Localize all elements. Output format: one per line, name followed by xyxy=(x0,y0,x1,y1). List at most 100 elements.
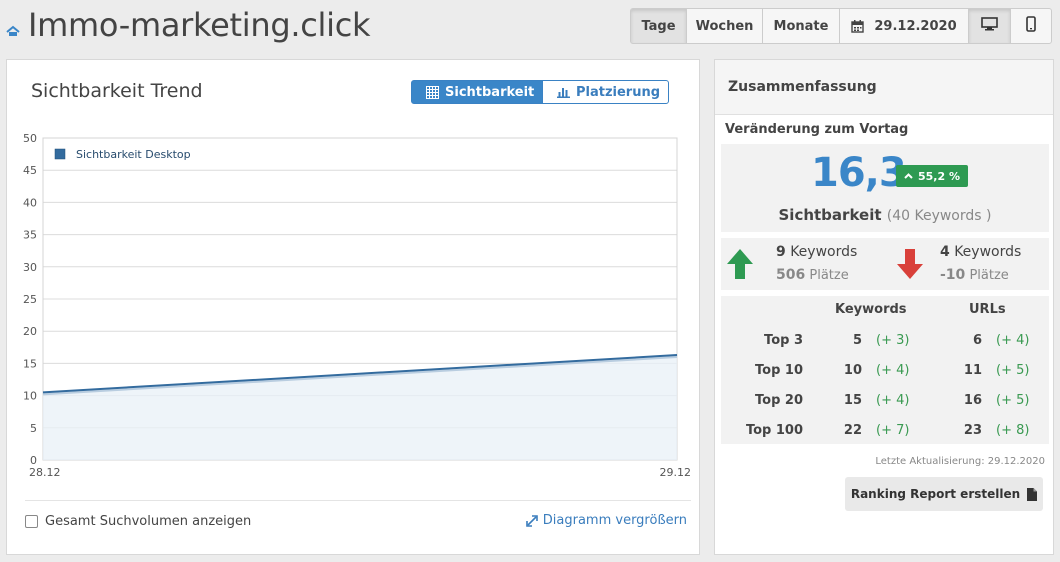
footer-divider xyxy=(25,500,691,501)
down-places-label: Plätze xyxy=(969,268,1009,283)
toggle-visibility-button[interactable]: Sichtbarkeit xyxy=(411,80,543,104)
urls-delta: (+ 5) xyxy=(996,393,1030,408)
chart-title: Sichtbarkeit Trend xyxy=(31,80,203,102)
y-tick-label: 50 xyxy=(23,132,37,145)
desktop-icon xyxy=(981,17,998,35)
row-label: Top 10 xyxy=(755,363,803,378)
y-tick-label: 10 xyxy=(23,390,37,403)
up-places-value: 506 xyxy=(776,267,806,283)
ranking-table: Keywords URLs Top 3 5 (+ 3) 6 (+ 4) Top 10 10 (… xyxy=(721,296,1049,444)
visibility-value: 16,3 xyxy=(811,150,907,196)
toggle-ranking-label: Platzierung xyxy=(576,84,661,100)
mobile-icon xyxy=(1026,16,1036,36)
up-keywords-label: Keywords xyxy=(790,244,858,260)
x-tick-label: 28.12 xyxy=(29,466,61,479)
enlarge-chart-label: Diagramm vergrößern xyxy=(542,513,687,528)
create-report-button[interactable]: Ranking Report erstellen xyxy=(845,477,1043,511)
show-volume-checkbox-row[interactable]: Gesamt Suchvolumen anzeigen xyxy=(25,514,251,529)
period-toolbar: Tage Wochen Monate 29.12.2020 xyxy=(630,8,1052,44)
movement-box: 9 Keywords 506 Plätze 4 Keywords -10 Plä… xyxy=(721,238,1049,290)
expand-icon xyxy=(525,514,538,527)
up-places-label: Plätze xyxy=(809,268,849,283)
visibility-metric-label: Sichtbarkeit (40 Keywords ) xyxy=(721,206,1049,224)
down-count: 4 xyxy=(940,244,950,260)
urls-count: 11 xyxy=(963,363,982,378)
summary-panel: Zusammenfassung Veränderung zum Vortag 1… xyxy=(714,59,1054,555)
table-row: Top 100 22 (+ 7) 23 (+ 8) xyxy=(721,423,1049,445)
y-tick-label: 35 xyxy=(23,229,37,242)
row-label: Top 20 xyxy=(755,393,803,408)
keywords-delta: (+ 3) xyxy=(876,333,910,348)
keywords-count: 15 xyxy=(843,393,862,408)
arrow-up-icon xyxy=(727,249,753,283)
urls-delta: (+ 8) xyxy=(996,423,1030,438)
metric-name: Sichtbarkeit xyxy=(778,206,882,224)
table-row: Top 10 10 (+ 4) 11 (+ 5) xyxy=(721,363,1049,385)
down-keywords-label: Keywords xyxy=(954,244,1022,260)
visibility-chart: 05101520253035404550 28.12 29.12 Sichtbar… xyxy=(23,132,692,479)
site-title: Immo-marketing.click xyxy=(28,6,371,44)
date-label: 29.12.2020 xyxy=(874,18,957,34)
tab-weeks[interactable]: Wochen xyxy=(686,8,763,44)
down-places: -10 Plätze xyxy=(940,267,1009,283)
date-picker-button[interactable]: 29.12.2020 xyxy=(839,8,969,44)
y-tick-label: 15 xyxy=(23,357,37,370)
up-count: 9 xyxy=(776,244,786,260)
col-keywords-header: Keywords xyxy=(835,302,907,317)
home-logo-icon[interactable] xyxy=(6,22,20,36)
summary-subtitle: Veränderung zum Vortag xyxy=(725,122,909,137)
trend-panel: Sichtbarkeit Trend Sichtbarkeit Platzier… xyxy=(6,59,700,555)
calendar-icon xyxy=(851,19,865,33)
series-area xyxy=(43,355,677,460)
keywords-count: 5 xyxy=(852,333,862,348)
y-tick-label: 5 xyxy=(30,422,37,435)
y-tick-label: 20 xyxy=(23,325,37,338)
up-keywords: 9 Keywords xyxy=(776,244,857,260)
toggle-visibility-label: Sichtbarkeit xyxy=(445,84,535,100)
table-row: Top 3 5 (+ 3) 6 (+ 4) xyxy=(721,333,1049,355)
device-mobile-button[interactable] xyxy=(1010,8,1052,44)
create-report-label: Ranking Report erstellen xyxy=(850,487,1021,501)
row-label: Top 100 xyxy=(745,423,803,438)
show-volume-checkbox[interactable] xyxy=(25,515,38,528)
down-keywords: 4 Keywords xyxy=(940,244,1021,260)
y-tick-label: 30 xyxy=(23,261,37,274)
urls-delta: (+ 4) xyxy=(996,333,1030,348)
x-tick-label: 29.12 xyxy=(660,466,692,479)
show-volume-label: Gesamt Suchvolumen anzeigen xyxy=(45,514,252,529)
chevron-up-icon xyxy=(904,173,913,179)
urls-count: 23 xyxy=(963,423,982,438)
device-desktop-button[interactable] xyxy=(968,8,1011,44)
arrow-down-icon xyxy=(897,249,923,283)
legend-swatch[interactable] xyxy=(54,148,66,160)
header: Immo-marketing.click Tage Wochen Monate … xyxy=(0,0,1060,56)
tab-days[interactable]: Tage xyxy=(630,8,687,44)
keywords-delta: (+ 7) xyxy=(876,423,910,438)
y-tick-label: 40 xyxy=(23,196,37,209)
summary-title: Zusammenfassung xyxy=(715,60,1053,115)
down-places-value: -10 xyxy=(940,267,966,283)
visibility-summary-box: 16,3 55,2 % Sichtbarkeit (40 Keywords ) xyxy=(721,144,1049,232)
table-icon xyxy=(426,85,439,99)
tab-months[interactable]: Monate xyxy=(762,8,840,44)
chart-mode-toggle: Sichtbarkeit Platzierung xyxy=(411,80,669,104)
up-places: 506 Plätze xyxy=(776,267,849,283)
table-row: Top 20 15 (+ 4) 16 (+ 5) xyxy=(721,393,1049,415)
urls-count: 16 xyxy=(963,393,982,408)
bar-chart-icon xyxy=(557,86,570,98)
change-value: 55,2 % xyxy=(918,169,960,183)
legend-label[interactable]: Sichtbarkeit Desktop xyxy=(76,148,191,161)
y-tick-label: 45 xyxy=(23,164,37,177)
keywords-delta: (+ 4) xyxy=(876,363,910,378)
row-label: Top 3 xyxy=(764,333,803,348)
change-badge: 55,2 % xyxy=(896,165,968,187)
toggle-ranking-button[interactable]: Platzierung xyxy=(542,80,669,104)
keywords-total: (40 Keywords ) xyxy=(886,208,992,224)
enlarge-chart-link[interactable]: Diagramm vergrößern xyxy=(525,513,687,528)
y-tick-label: 25 xyxy=(23,293,37,306)
urls-count: 6 xyxy=(972,333,982,348)
keywords-count: 10 xyxy=(843,363,862,378)
document-icon xyxy=(1027,487,1038,501)
keywords-count: 22 xyxy=(843,423,862,438)
urls-delta: (+ 5) xyxy=(996,363,1030,378)
